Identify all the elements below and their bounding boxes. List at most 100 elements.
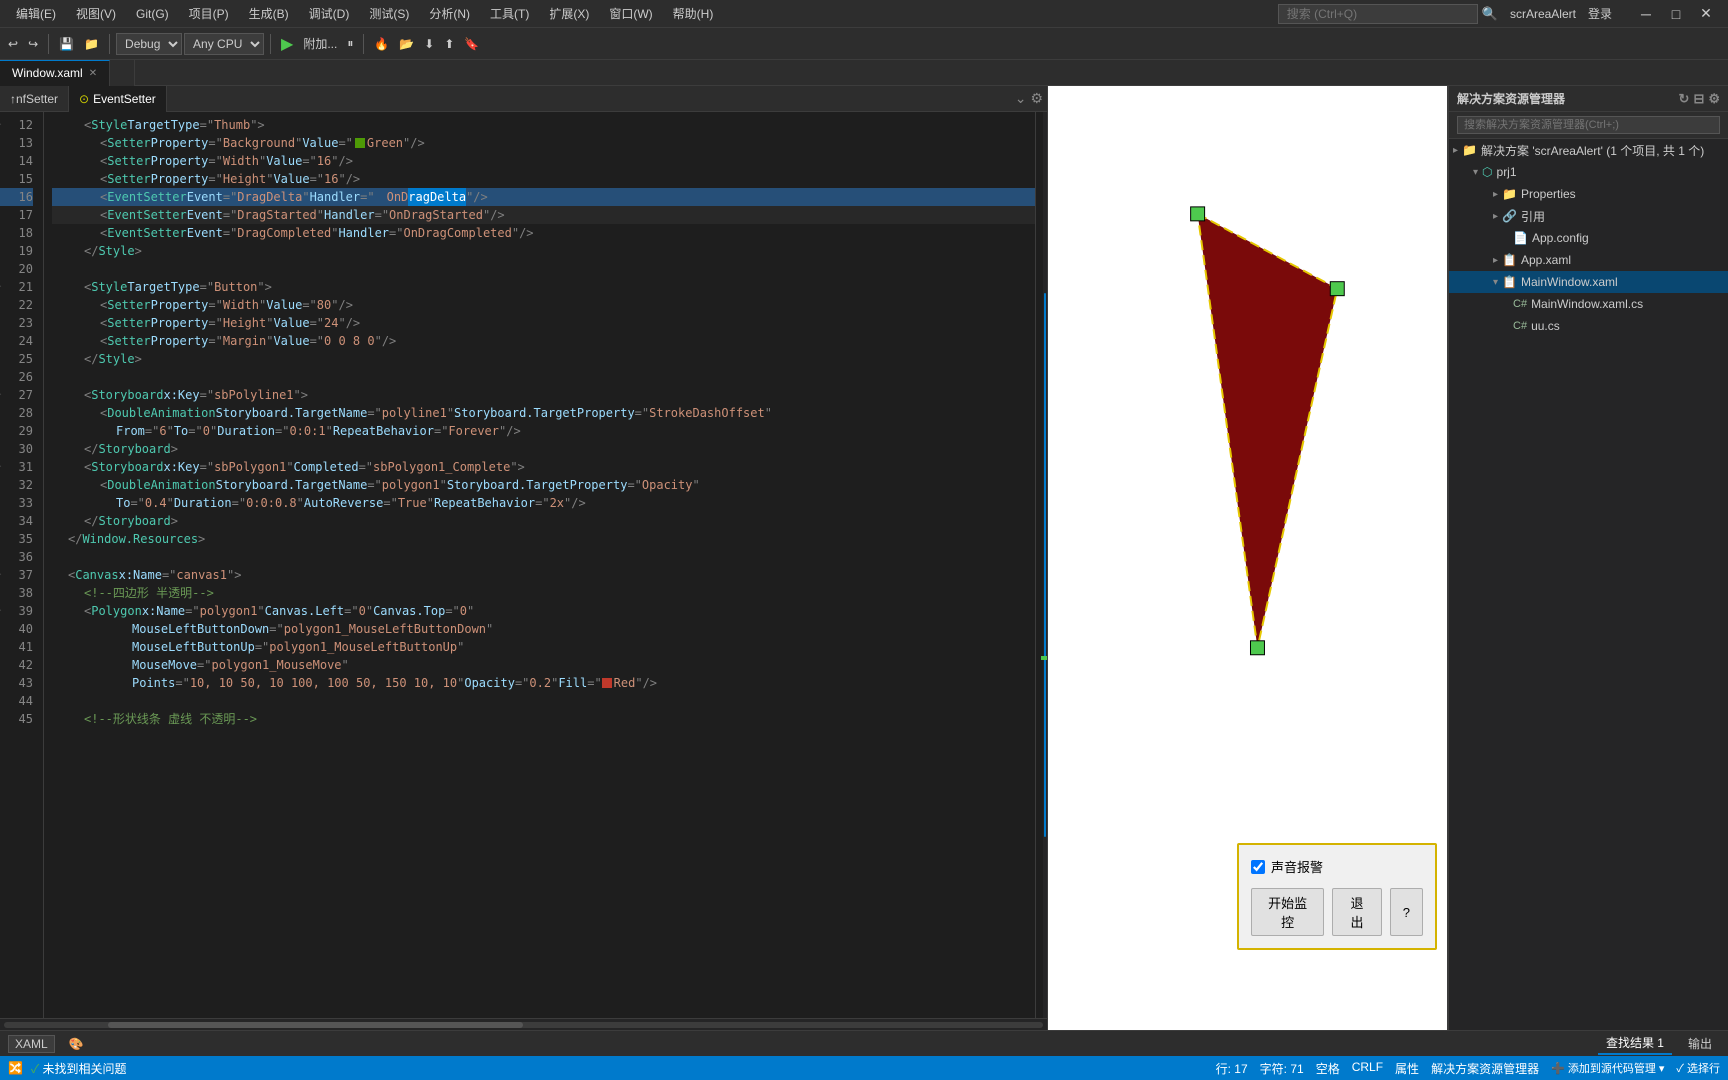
- settings-icon[interactable]: ⚙: [1708, 91, 1720, 107]
- code-line-28: <DoubleAnimation Storyboard.TargetName="…: [52, 404, 1035, 422]
- menu-help[interactable]: 帮助(H): [665, 2, 722, 25]
- solution-tab-label[interactable]: 解决方案资源管理器: [1431, 1060, 1539, 1077]
- appxaml-expand-icon: ▸: [1493, 255, 1498, 266]
- tree-app-config[interactable]: 📄 App.config: [1449, 227, 1728, 249]
- toolbar-misc2[interactable]: 📂: [395, 31, 418, 57]
- debug-mode-select[interactable]: Debug: [116, 33, 182, 55]
- toolbar-misc3[interactable]: ⬇: [420, 31, 438, 57]
- tree-mainwindow-xaml[interactable]: ▾ 📋 MainWindow.xaml: [1449, 271, 1728, 293]
- code-line-19: </Style>: [52, 242, 1035, 260]
- status-bar: 🔀 ✓ 未找到相关问题 行: 17 字符: 71 空格 CRLF 属性 解决方案…: [0, 1056, 1728, 1080]
- menu-test[interactable]: 测试(S): [361, 2, 417, 25]
- editor-collapse-icon[interactable]: ⌄: [1015, 90, 1027, 107]
- project-expand-icon: ▾: [1473, 167, 1478, 178]
- bottom-tab-design[interactable]: 🎨: [63, 1036, 90, 1052]
- code-line-21: <Style TargetType="Button">: [52, 278, 1035, 296]
- toolbar-redo[interactable]: ↪: [24, 31, 42, 57]
- editor-tab-infsetter[interactable]: ↑nfSetter: [0, 86, 69, 112]
- editor-tab-infsetter-label: ↑nfSetter: [10, 92, 58, 106]
- app-xaml-icon: 📋: [1502, 253, 1517, 267]
- editor-tab-eventsetter[interactable]: ⊙ EventSetter: [69, 86, 167, 112]
- tab-empty[interactable]: [110, 60, 135, 86]
- tb-sep-1: [48, 34, 49, 54]
- menu-project[interactable]: 项目(P): [181, 2, 237, 25]
- menu-window[interactable]: 窗口(W): [601, 2, 660, 25]
- code-line-33: To="0.4" Duration="0:0:0.8" AutoReverse=…: [52, 494, 1035, 512]
- toolbar-open[interactable]: 📁: [80, 31, 103, 57]
- code-area[interactable]: <Style TargetType="Thumb"> <Setter Prope…: [44, 112, 1035, 1018]
- code-line-15: <Setter Property="Height" Value="16" />: [52, 170, 1035, 188]
- ref-expand-icon: ▸: [1493, 211, 1498, 222]
- status-left: 🔀 ✓ 未找到相关问题: [8, 1060, 127, 1077]
- toolbar-bookmark[interactable]: 🔖: [460, 31, 483, 57]
- code-line-29: From="6" To="0" Duration="0:0:1" RepeatB…: [52, 422, 1035, 440]
- tree-uu-cs[interactable]: C# uu.cs: [1449, 315, 1728, 337]
- editor-settings-icon[interactable]: ⚙: [1030, 90, 1043, 107]
- close-button[interactable]: ✕: [1692, 0, 1720, 28]
- run-button[interactable]: ▶: [277, 34, 297, 54]
- solution-search: [1449, 112, 1728, 139]
- code-line-26: [52, 368, 1035, 386]
- tab-close-icon[interactable]: ✕: [89, 68, 97, 79]
- tb-sep-2: [109, 34, 110, 54]
- output-tab[interactable]: 输出: [1680, 1033, 1720, 1054]
- editor-tab-eventsetter-label: EventSetter: [93, 92, 156, 106]
- solution-search-input[interactable]: [1457, 116, 1720, 134]
- h-scrollbar[interactable]: [0, 1018, 1047, 1030]
- tree-properties[interactable]: ▸ 📁 Properties: [1449, 183, 1728, 205]
- select-ok-label[interactable]: ✓ 选择行: [1676, 1060, 1720, 1077]
- add-source-control-label[interactable]: ➕ 添加到源代码管理 ▾: [1551, 1060, 1664, 1077]
- handle-bottom[interactable]: [1250, 641, 1264, 655]
- dialog-checkbox[interactable]: [1251, 860, 1265, 874]
- code-line-39: <Polygon x:Name="polygon1" Canvas.Left="…: [52, 602, 1035, 620]
- h-scroll-thumb[interactable]: [108, 1022, 524, 1028]
- tree-app-xaml[interactable]: ▸ 📋 App.xaml: [1449, 249, 1728, 271]
- collapse-all-icon[interactable]: ⊟: [1693, 91, 1704, 107]
- code-line-42: MouseMove="polygon1_MouseMove": [52, 656, 1035, 674]
- menu-debug[interactable]: 调试(D): [301, 2, 358, 25]
- maximize-button[interactable]: □: [1662, 0, 1690, 28]
- sync-icon[interactable]: ↻: [1679, 91, 1690, 107]
- window-controls: ─ □ ✕: [1632, 0, 1720, 28]
- tree-project[interactable]: ▾ ⬡ prj1: [1449, 161, 1728, 183]
- handle-top[interactable]: [1191, 207, 1205, 221]
- solution-root[interactable]: ▸ 📁 解决方案 'scrAreaAlert' (1 个项目, 共 1 个): [1449, 139, 1728, 161]
- attach-button[interactable]: 附加...: [299, 31, 341, 57]
- start-monitor-button[interactable]: 开始监控: [1251, 888, 1324, 936]
- status-check-icon: ✓: [31, 1062, 39, 1076]
- tree-references[interactable]: ▸ 🔗 引用: [1449, 205, 1728, 227]
- code-line-12: <Style TargetType="Thumb">: [52, 116, 1035, 134]
- pause-button[interactable]: ⏸: [343, 31, 357, 57]
- handle-right[interactable]: [1330, 282, 1344, 296]
- tree-mainwindow-cs[interactable]: C# MainWindow.xaml.cs: [1449, 293, 1728, 315]
- solution-expand-icon: ▸: [1453, 145, 1458, 156]
- preview-area: 声音报警 开始监控 退出 ?: [1048, 86, 1448, 1030]
- toolbar-misc1[interactable]: 🔥: [370, 31, 393, 57]
- spaces-indicator: 空格: [1316, 1060, 1340, 1077]
- menu-extensions[interactable]: 扩展(X): [541, 2, 597, 25]
- tab-window-xaml[interactable]: Window.xaml ✕: [0, 60, 110, 86]
- menu-search-area: 🔍: [1278, 4, 1498, 24]
- row-indicator: 行: 17: [1216, 1060, 1248, 1077]
- bottom-tab-xaml[interactable]: XAML: [8, 1035, 55, 1053]
- menu-git[interactable]: Git(G): [128, 4, 177, 24]
- toolbar-misc4[interactable]: ⬆: [440, 31, 458, 57]
- menu-edit[interactable]: 编辑(E): [8, 2, 64, 25]
- menu-build[interactable]: 生成(B): [241, 2, 297, 25]
- minimize-button[interactable]: ─: [1632, 0, 1660, 28]
- code-line-17: <EventSetter Event="DragStarted" Handler…: [52, 206, 1035, 224]
- find-results-tab[interactable]: 查找结果 1: [1598, 1032, 1672, 1055]
- menu-analyze[interactable]: 分析(N): [421, 2, 478, 25]
- global-search-input[interactable]: [1278, 4, 1478, 24]
- polygon-shape[interactable]: [1198, 214, 1338, 648]
- menu-tools[interactable]: 工具(T): [482, 2, 537, 25]
- exit-button[interactable]: 退出: [1332, 888, 1382, 936]
- menu-view[interactable]: 视图(V): [68, 2, 124, 25]
- code-line-14: <Setter Property="Width" Value="16" />: [52, 152, 1035, 170]
- property-tab-label[interactable]: 属性: [1395, 1060, 1419, 1077]
- toolbar-save[interactable]: 💾: [55, 31, 78, 57]
- toolbar-undo[interactable]: ↩: [4, 31, 22, 57]
- platform-select[interactable]: Any CPU: [184, 33, 264, 55]
- help-button[interactable]: ?: [1390, 888, 1423, 936]
- login-label[interactable]: 登录: [1580, 2, 1620, 25]
